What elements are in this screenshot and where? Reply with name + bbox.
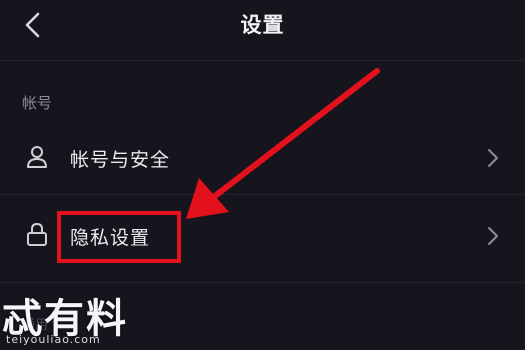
watermark: 忒有料 teiyouliao.com: [0, 286, 150, 350]
watermark-url: teiyouliao.com: [6, 333, 101, 346]
